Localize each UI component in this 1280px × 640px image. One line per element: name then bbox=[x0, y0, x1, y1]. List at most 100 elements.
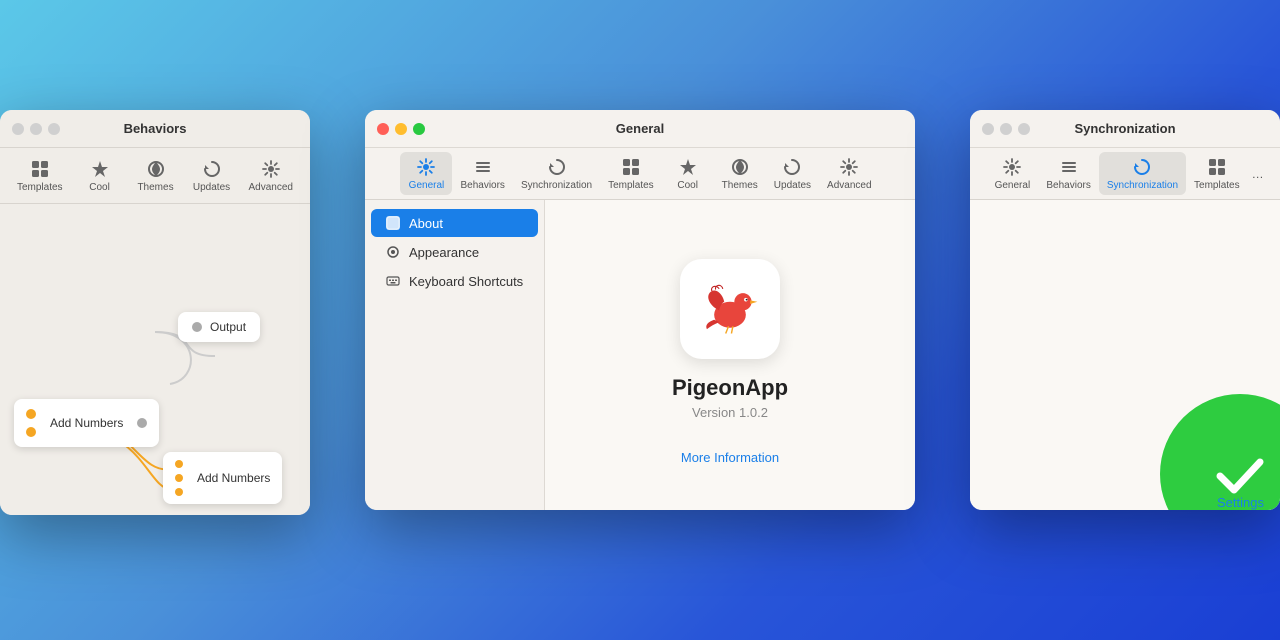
node-input-dot-3 bbox=[175, 474, 183, 482]
appearance-label: Appearance bbox=[409, 245, 479, 260]
output-node[interactable]: Output bbox=[178, 312, 260, 342]
sync-toolbar-label: Synchronization bbox=[521, 180, 592, 191]
about-label: About bbox=[409, 216, 443, 231]
sync-toolbar-general[interactable]: General bbox=[986, 152, 1038, 195]
close-button-general[interactable] bbox=[377, 123, 389, 135]
sync-templates-label: Templates bbox=[1194, 180, 1240, 191]
toolbar-advanced-general[interactable]: Advanced bbox=[819, 152, 879, 195]
sync-toolbar: General Behaviors Synchronization bbox=[970, 148, 1280, 200]
updates-general-icon bbox=[781, 156, 803, 178]
output-node-label: Output bbox=[210, 320, 246, 334]
general-main-content: PigeonApp Version 1.0.2 More Information bbox=[545, 200, 915, 510]
general-window-title: General bbox=[616, 121, 664, 136]
behaviors-toolbar: Templates Cool Themes bbox=[0, 148, 310, 204]
general-toolbar-icon bbox=[415, 156, 437, 178]
close-button-sync[interactable] bbox=[982, 123, 994, 135]
behaviors-toolbar-icon bbox=[472, 156, 494, 178]
updates-label: Updates bbox=[193, 182, 230, 193]
advanced-label: Advanced bbox=[249, 182, 293, 193]
sidebar-item-keyboard[interactable]: Keyboard Shortcuts bbox=[371, 267, 538, 295]
sync-sync-icon bbox=[1131, 156, 1153, 178]
toolbar-templates-general[interactable]: Templates bbox=[600, 152, 662, 195]
traffic-lights-general bbox=[377, 123, 425, 135]
more-info-link[interactable]: More Information bbox=[681, 450, 779, 465]
sync-behaviors-label: Behaviors bbox=[1046, 180, 1090, 191]
sync-window-title: Synchronization bbox=[1074, 121, 1175, 136]
minimize-button-general[interactable] bbox=[395, 123, 407, 135]
app-icon-pigeon bbox=[694, 273, 766, 345]
keyboard-label: Keyboard Shortcuts bbox=[409, 274, 523, 289]
cool-general-label: Cool bbox=[677, 180, 698, 191]
toolbar-themes-general[interactable]: Themes bbox=[714, 152, 766, 195]
behaviors-toolbar-label: Behaviors bbox=[460, 180, 504, 191]
templates-icon bbox=[29, 158, 51, 180]
appearance-icon bbox=[385, 244, 401, 260]
toolbar-item-updates[interactable]: Updates bbox=[186, 154, 238, 197]
general-toolbar-label: General bbox=[409, 180, 445, 191]
toolbar-item-cool[interactable]: Cool bbox=[74, 154, 126, 197]
cool-label: Cool bbox=[89, 182, 110, 193]
toolbar-item-templates[interactable]: Templates bbox=[10, 154, 70, 197]
sync-general-label: General bbox=[995, 180, 1031, 191]
sync-body: Settings bbox=[970, 200, 1280, 510]
updates-icon bbox=[201, 158, 223, 180]
node-output-dot bbox=[137, 418, 147, 428]
close-button[interactable] bbox=[12, 123, 24, 135]
behaviors-window: Behaviors Templates Cool bbox=[0, 110, 310, 515]
about-icon bbox=[385, 215, 401, 231]
toolbar-synchronization[interactable]: Synchronization bbox=[513, 152, 600, 195]
maximize-button-general[interactable] bbox=[413, 123, 425, 135]
toolbar-general[interactable]: General bbox=[400, 152, 452, 195]
sync-sync-label: Synchronization bbox=[1107, 180, 1178, 191]
add-numbers-label-2: Add Numbers bbox=[197, 471, 270, 485]
add-numbers-node-1[interactable]: Add Numbers bbox=[14, 399, 159, 447]
updates-general-label: Updates bbox=[774, 180, 811, 191]
minimize-button[interactable] bbox=[30, 123, 42, 135]
toolbar-item-advanced[interactable]: Advanced bbox=[242, 154, 300, 197]
toolbar-cool-general[interactable]: Cool bbox=[662, 152, 714, 195]
advanced-general-label: Advanced bbox=[827, 180, 871, 191]
node-input-1 bbox=[26, 409, 36, 419]
sync-toolbar-icon bbox=[546, 156, 568, 178]
general-body: About Appearance bbox=[365, 200, 915, 510]
cool-general-icon bbox=[677, 156, 699, 178]
node-input-dot bbox=[192, 322, 202, 332]
sync-general-icon bbox=[1001, 156, 1023, 178]
node-canvas: Output Add Numbers Add Numbers bbox=[0, 204, 310, 515]
general-window: General General Behaviors bbox=[365, 110, 915, 510]
keyboard-icon bbox=[385, 273, 401, 289]
templates-label: Templates bbox=[17, 182, 63, 193]
sync-toolbar-templates[interactable]: Templates bbox=[1186, 152, 1248, 195]
general-titlebar: General bbox=[365, 110, 915, 148]
advanced-general-icon bbox=[838, 156, 860, 178]
maximize-button[interactable] bbox=[48, 123, 60, 135]
toolbar-behaviors[interactable]: Behaviors bbox=[452, 152, 512, 195]
settings-link[interactable]: Settings bbox=[1217, 495, 1264, 510]
window-title: Behaviors bbox=[124, 121, 187, 136]
cool-icon bbox=[89, 158, 111, 180]
sync-window: Synchronization General Behaviors bbox=[970, 110, 1280, 510]
themes-label: Themes bbox=[137, 182, 173, 193]
behaviors-titlebar: Behaviors bbox=[0, 110, 310, 148]
add-numbers-node-2[interactable]: Add Numbers bbox=[163, 452, 282, 504]
themes-general-icon bbox=[729, 156, 751, 178]
toolbar-updates-general[interactable]: Updates bbox=[766, 152, 819, 195]
traffic-lights bbox=[12, 123, 60, 135]
minimize-button-sync[interactable] bbox=[1000, 123, 1012, 135]
sync-toolbar-behaviors[interactable]: Behaviors bbox=[1038, 152, 1098, 195]
app-icon-wrapper bbox=[680, 259, 780, 359]
add-numbers-label-1: Add Numbers bbox=[50, 416, 123, 430]
app-version: Version 1.0.2 bbox=[692, 405, 768, 420]
toolbar-item-themes[interactable]: Themes bbox=[130, 154, 182, 197]
sync-behaviors-icon bbox=[1058, 156, 1080, 178]
sync-toolbar-sync[interactable]: Synchronization bbox=[1099, 152, 1186, 195]
maximize-button-sync[interactable] bbox=[1018, 123, 1030, 135]
general-sidebar: About Appearance bbox=[365, 200, 545, 510]
sidebar-item-appearance[interactable]: Appearance bbox=[371, 238, 538, 266]
app-name: PigeonApp bbox=[672, 375, 788, 401]
advanced-icon bbox=[260, 158, 282, 180]
sync-checkmark bbox=[1160, 394, 1280, 510]
more-toolbar-items: … bbox=[1252, 167, 1264, 181]
sync-templates-icon bbox=[1206, 156, 1228, 178]
sidebar-item-about[interactable]: About bbox=[371, 209, 538, 237]
